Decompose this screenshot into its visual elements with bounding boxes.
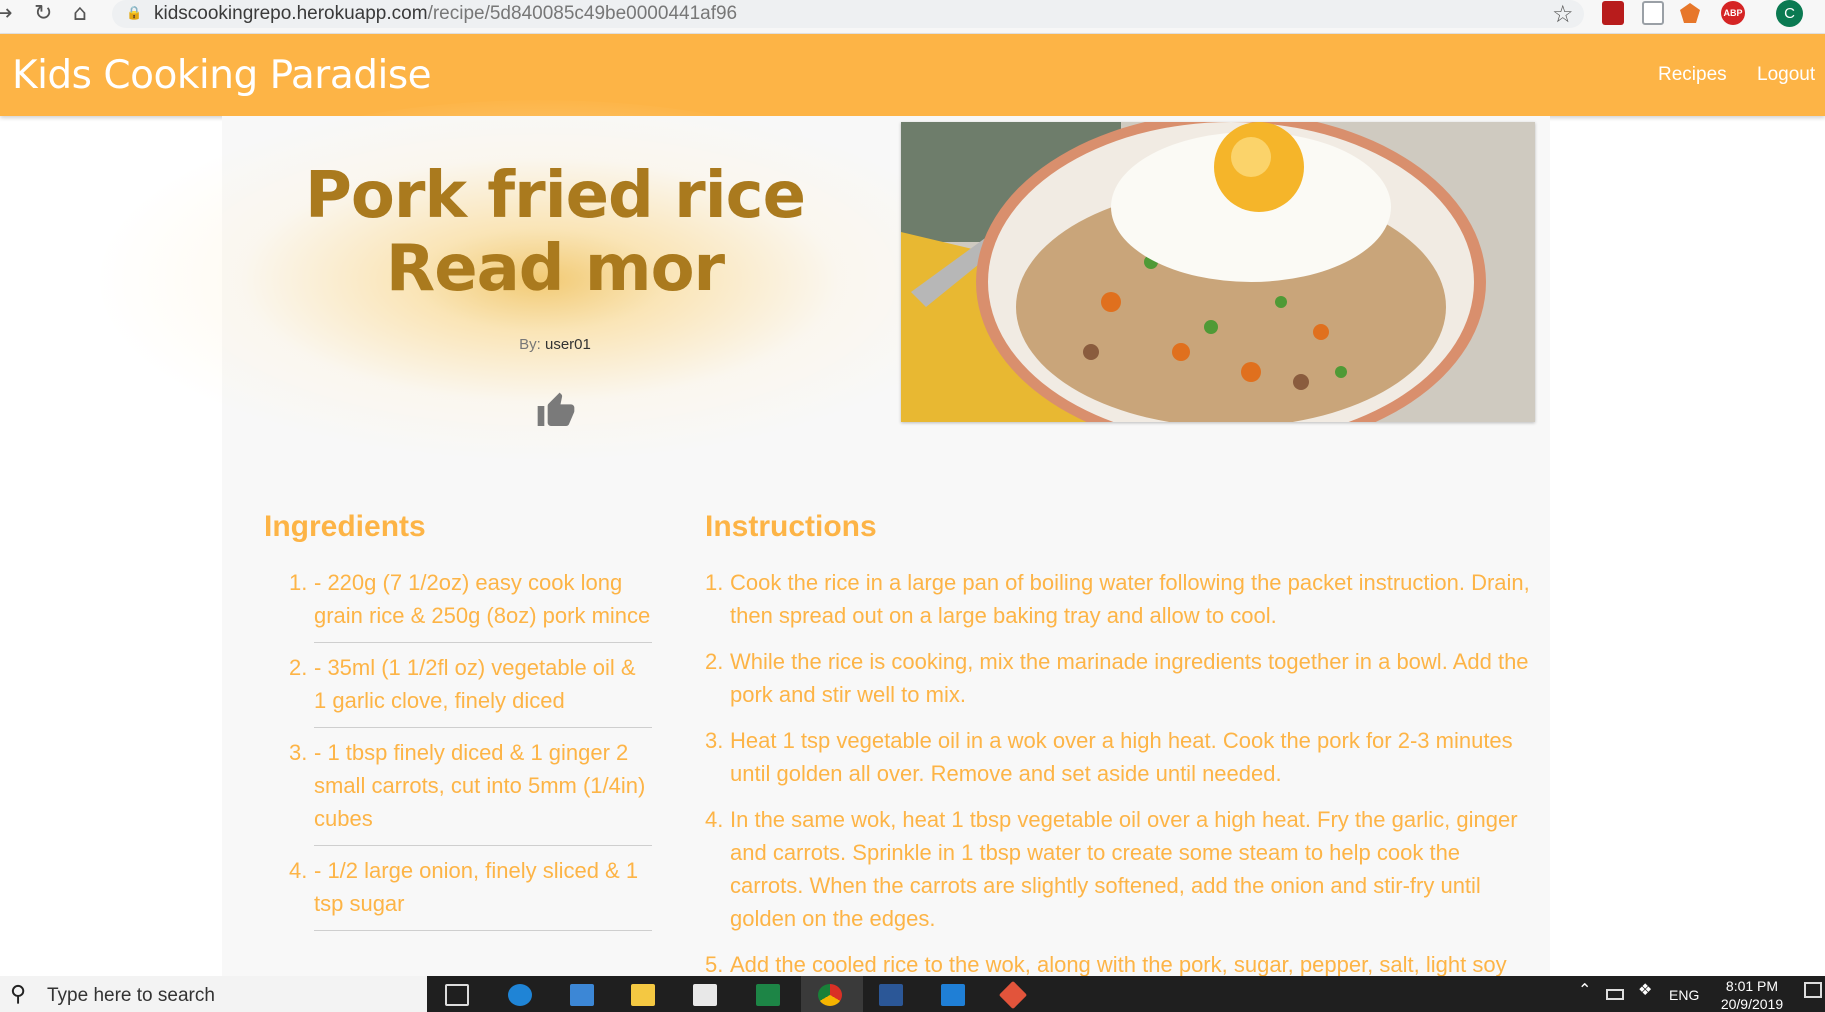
url-domain: kidscookingrepo.herokuapp.com: [154, 3, 428, 24]
site-header: Kids Cooking Paradise Recipes Logout: [0, 34, 1825, 116]
edge-icon[interactable]: [508, 984, 532, 1006]
instructions-list: 1. Cook the rice in a large pan of boilin…: [705, 566, 1535, 994]
excel-icon[interactable]: [756, 984, 780, 1006]
git-icon[interactable]: [998, 980, 1028, 1010]
notification-icon[interactable]: [1804, 982, 1822, 998]
instruction-item: 4. In the same wok, heat 1 tbsp vegetable…: [705, 807, 1518, 931]
browser-toolbar: → ↻ ⌂ 🔒 kidscookingrepo.herokuapp.com/re…: [0, 0, 1825, 34]
battery-icon[interactable]: [1606, 989, 1624, 1000]
document-extension-icon[interactable]: [1642, 1, 1664, 25]
chevron-up-icon[interactable]: ⌃: [1578, 980, 1591, 999]
nav-recipes-link[interactable]: Recipes: [1658, 64, 1727, 86]
pdf-extension-icon[interactable]: [1602, 1, 1624, 25]
store-icon[interactable]: [570, 984, 594, 1006]
author-name: user01: [544, 336, 591, 353]
reload-icon[interactable]: ↻: [34, 2, 52, 26]
recipe-author: By: user01: [350, 336, 760, 353]
ingredient-item: 4. - 1/2 large onion, finely sliced & 1 t…: [289, 854, 652, 931]
dropbox-icon[interactable]: ❖: [1638, 980, 1652, 999]
metamask-extension-icon[interactable]: [1680, 3, 1700, 23]
ingredient-item: 1. - 220g (7 1/2oz) easy cook long grain …: [289, 566, 652, 643]
ingredient-item: 3. - 1 tbsp finely diced & 1 ginger 2 sma…: [289, 736, 652, 846]
instruction-text: Cook the rice in a large pan of boiling …: [730, 570, 1530, 628]
instruction-item: 1. Cook the rice in a large pan of boilin…: [705, 570, 1530, 628]
instruction-item: 3. Heat 1 tsp vegetable oil in a wok over…: [705, 728, 1513, 786]
chrome-icon[interactable]: [818, 984, 842, 1006]
lock-icon[interactable]: 🔒: [126, 5, 142, 21]
url-path: /recipe/5d840085c49be0000441af96: [427, 3, 738, 24]
profile-avatar[interactable]: C: [1776, 0, 1803, 27]
instruction-text: In the same wok, heat 1 tbsp vegetable o…: [730, 807, 1518, 931]
url-text[interactable]: kidscookingrepo.herokuapp.com/recipe/5d8…: [154, 3, 737, 25]
brand-logo[interactable]: Kids Cooking Paradise: [12, 53, 432, 98]
ingredient-text: - 1 tbsp finely diced & 1 ginger 2 small…: [314, 740, 646, 831]
file-explorer-icon[interactable]: [631, 984, 655, 1006]
author-label: By:: [519, 336, 541, 353]
bookmark-star-icon[interactable]: ☆: [1552, 0, 1574, 28]
mail-icon[interactable]: [693, 984, 717, 1006]
ingredient-text: - 35ml (1 1/2fl oz) vegetable oil & 1 ga…: [314, 655, 636, 713]
ingredient-text: - 1/2 large onion, finely sliced & 1 tsp…: [314, 858, 639, 916]
task-view-icon[interactable]: [445, 984, 469, 1006]
clock-time[interactable]: 8:01 PM: [1722, 978, 1782, 994]
adblock-extension-icon[interactable]: ABP: [1721, 1, 1745, 25]
home-icon[interactable]: ⌂: [73, 2, 87, 26]
instructions-heading: Instructions: [705, 510, 877, 543]
search-icon: ⚲: [10, 982, 27, 1007]
instruction-text: Add the cooled rice to the wok, along wi…: [730, 952, 1507, 977]
recipe-photo: [901, 122, 1535, 422]
vscode-icon[interactable]: [941, 984, 965, 1006]
clock-date[interactable]: 20/9/2019: [1712, 996, 1792, 1012]
language-indicator[interactable]: ENG: [1669, 987, 1699, 1003]
windows-taskbar: ⚲ Type here to search ⌃ ❖ ENG 8:01 PM 20…: [0, 976, 1825, 1012]
taskbar-search-placeholder[interactable]: Type here to search: [47, 985, 215, 1007]
instruction-text: While the rice is cooking, mix the marin…: [730, 649, 1529, 707]
word-icon[interactable]: [879, 984, 903, 1006]
instruction-item: 2. While the rice is cooking, mix the mar…: [705, 649, 1529, 707]
ingredient-item: 2. - 35ml (1 1/2fl oz) vegetable oil & 1 …: [289, 651, 652, 728]
thumbs-up-icon[interactable]: [536, 391, 576, 431]
ingredient-text: - 220g (7 1/2oz) easy cook long grain ri…: [314, 570, 651, 628]
fried-rice-photo: [901, 122, 1535, 422]
recipe-title: Pork fried rice Read mor: [305, 159, 806, 306]
ingredients-list: 1. - 220g (7 1/2oz) easy cook long grain …: [289, 566, 652, 939]
back-icon[interactable]: →: [0, 2, 12, 26]
ingredients-heading: Ingredients: [264, 510, 426, 543]
nav-logout-link[interactable]: Logout: [1757, 64, 1815, 86]
instruction-text: Heat 1 tsp vegetable oil in a wok over a…: [730, 728, 1513, 786]
taskbar-search[interactable]: ⚲ Type here to search: [0, 976, 427, 1012]
address-bar[interactable]: 🔒 kidscookingrepo.herokuapp.com/recipe/5…: [112, 0, 1584, 28]
